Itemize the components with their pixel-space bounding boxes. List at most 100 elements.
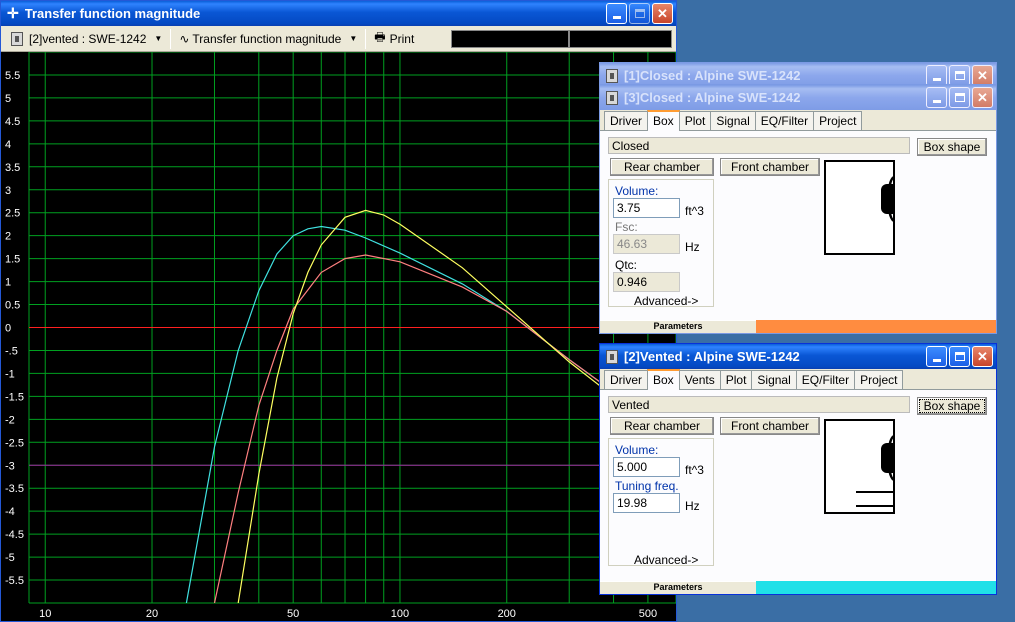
y-tick-label: -4 — [5, 506, 15, 518]
volume-unit: ft^3 — [685, 204, 704, 218]
tab-driver[interactable]: Driver — [604, 370, 648, 389]
close-button[interactable]: ✕ — [972, 65, 993, 86]
win2-statusbar: Parameters — [600, 581, 996, 594]
driver-select[interactable]: [2]vented : SWE-1242 ▼ — [5, 28, 168, 50]
speaker-magnet-icon — [881, 184, 893, 214]
tab-signal[interactable]: Signal — [710, 111, 756, 130]
win3-title: [3]Closed : Alpine SWE-1242 — [624, 90, 801, 105]
main-window-title: Transfer function magnitude — [24, 6, 201, 21]
chevron-down-icon: ▼ — [154, 34, 163, 43]
tab-vents[interactable]: Vents — [678, 370, 721, 389]
maximize-button[interactable] — [949, 65, 970, 86]
y-tick-label: -1.5 — [5, 391, 24, 403]
tuning-freq-input[interactable]: 19.98 — [613, 493, 680, 513]
y-tick-label: 2 — [5, 231, 11, 243]
magnitude-plot[interactable]: 5.5 5 4.5 4 3.5 3 2.5 2 1.5 1 0.5 0 -.5 -1 -1.5 -2 -2.5 -… — [1, 52, 676, 621]
box-shape-button[interactable]: Box shape — [917, 138, 987, 156]
tuning-freq-label: Tuning freq. — [615, 479, 679, 493]
minimize-button[interactable] — [926, 65, 947, 86]
win1-title: [1]Closed : Alpine SWE-1242 — [624, 68, 801, 83]
main-titlebar[interactable]: ✛ Transfer function magnitude ✕ — [1, 1, 676, 26]
x-tick-label: 50 — [287, 608, 299, 620]
x-tick-label: 200 — [498, 608, 516, 620]
y-tick-label: -3.5 — [5, 483, 24, 495]
qtc-field: 0.946 — [613, 272, 680, 292]
win2-box-pane: Vented Box shape Rear chamber Front cham… — [600, 390, 996, 581]
close-button[interactable]: ✕ — [972, 346, 993, 367]
print-label: Print — [389, 31, 415, 46]
rear-chamber-button[interactable]: Rear chamber — [610, 417, 714, 435]
magnitude-chart: 5.5 5 4.5 4 3.5 3 2.5 2 1.5 1 0.5 0 -.5 -1 -1.5 -2 -2.5 -… — [5, 52, 676, 620]
maximize-button[interactable] — [629, 3, 650, 24]
chamber-params-group: Volume: 3.75 ft^3 Fsc: 46.63 Hz Qtc: 0.9… — [608, 179, 714, 308]
y-tick-label: -2.5 — [5, 437, 24, 449]
tab-driver[interactable]: Driver — [604, 111, 648, 130]
tab-eq-filter[interactable]: EQ/Filter — [795, 370, 856, 389]
maximize-button[interactable] — [949, 87, 970, 108]
vented-box-diagram — [824, 419, 895, 514]
minimize-button[interactable] — [926, 346, 947, 367]
minimize-button[interactable] — [606, 3, 627, 24]
tuning-freq-unit: Hz — [685, 499, 700, 513]
tab-signal[interactable]: Signal — [751, 370, 797, 389]
closed-window-3: [3]Closed : Alpine SWE-1242 ✕ Driver Box… — [599, 84, 997, 334]
close-button[interactable]: ✕ — [972, 87, 993, 108]
advanced-link[interactable]: Advanced-> — [634, 294, 698, 308]
maximize-button[interactable] — [949, 346, 970, 367]
tab-project[interactable]: Project — [854, 370, 904, 389]
y-tick-label: -.5 — [5, 345, 18, 357]
y-tick-label: 2.5 — [5, 208, 20, 220]
advanced-link[interactable]: Advanced-> — [634, 553, 698, 567]
status-label: Parameters — [600, 320, 756, 333]
x-tick-label: 500 — [639, 608, 657, 620]
tab-eq-filter[interactable]: EQ/Filter — [754, 111, 815, 130]
close-button[interactable]: ✕ — [652, 3, 673, 24]
tab-box[interactable]: Box — [647, 369, 680, 390]
fsc-field: 46.63 — [613, 234, 680, 254]
win3-titlebar[interactable]: [3]Closed : Alpine SWE-1242 ✕ — [600, 85, 996, 110]
y-tick-label: 4.5 — [5, 116, 20, 128]
y-tick-label: -5.5 — [5, 575, 24, 587]
volume-label: Volume: — [615, 184, 659, 198]
waveform-icon: ∿ — [179, 31, 190, 46]
status-color-bar — [756, 320, 996, 333]
plot-type-select[interactable]: ∿ Transfer function magnitude ▼ — [173, 28, 363, 50]
transfer-function-window: ✛ Transfer function magnitude ✕ [2]vente… — [0, 0, 677, 622]
maximize-icon — [634, 9, 645, 18]
minimize-button[interactable] — [926, 87, 947, 108]
y-tick-label: 0.5 — [5, 300, 20, 312]
win2-titlebar[interactable]: [2]Vented : Alpine SWE-1242 ✕ — [600, 344, 996, 369]
volume-unit: ft^3 — [685, 463, 704, 477]
tab-project[interactable]: Project — [813, 111, 863, 130]
box-shape-button[interactable]: Box shape — [917, 397, 987, 415]
x-tick-label: 100 — [391, 608, 409, 620]
status-label: Parameters — [600, 581, 756, 594]
rear-chamber-button[interactable]: Rear chamber — [610, 158, 714, 176]
volume-input[interactable]: 5.000 — [613, 457, 680, 477]
front-chamber-button[interactable]: Front chamber — [720, 158, 820, 176]
volume-input[interactable]: 3.75 — [613, 198, 680, 218]
y-tick-label: 4 — [5, 139, 11, 151]
chevron-down-icon: ▼ — [349, 34, 358, 43]
tab-plot[interactable]: Plot — [719, 370, 753, 389]
tab-plot[interactable]: Plot — [678, 111, 712, 130]
maximize-icon — [954, 352, 965, 361]
driver-icon — [11, 31, 23, 46]
readout-box-2 — [569, 29, 672, 48]
driver-icon — [606, 349, 618, 364]
print-button[interactable]: 🖶 Print — [368, 28, 420, 50]
win3-tabs: Driver Box Plot Signal EQ/Filter Project — [600, 110, 996, 131]
toolbar-divider — [365, 28, 367, 49]
win2-title: [2]Vented : Alpine SWE-1242 — [624, 349, 800, 364]
vent-port-top — [856, 491, 893, 493]
main-toolbar: [2]vented : SWE-1242 ▼ ∿ Transfer functi… — [1, 26, 676, 52]
y-tick-label: -1 — [5, 368, 15, 380]
maximize-icon — [954, 93, 965, 102]
fsc-label: Fsc: — [615, 220, 638, 234]
status-color-bar — [756, 581, 996, 594]
vented-window-2: [2]Vented : Alpine SWE-1242 ✕ Driver Box… — [599, 343, 997, 595]
tab-box[interactable]: Box — [647, 110, 680, 131]
y-tick-label: 3 — [5, 185, 11, 197]
minimize-icon — [932, 78, 941, 81]
front-chamber-button[interactable]: Front chamber — [720, 417, 820, 435]
